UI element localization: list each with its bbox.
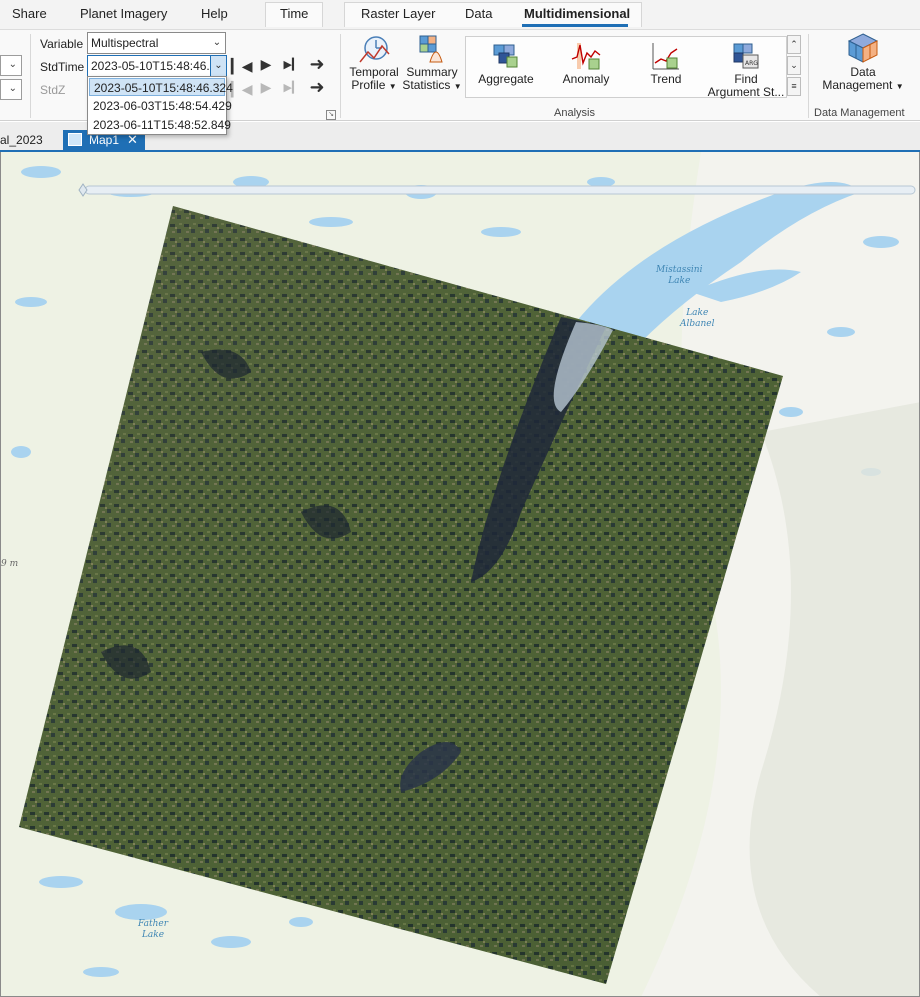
map-label-father: Father Lake [138, 919, 168, 941]
map-view[interactable]: Mistassini Lake Lake Albanel Father Lake… [0, 152, 920, 997]
aggregate-label: Aggregate [478, 72, 534, 86]
ribbon-tab-row: Share Planet Imagery Help Time Raster La… [0, 0, 920, 29]
find-argument-label-2: Argument St... [707, 85, 785, 99]
find-argument-statistics-button[interactable]: ARG Find Argument St... [706, 41, 786, 99]
tab-data[interactable]: Data [465, 6, 492, 21]
tab-share[interactable]: Share [12, 6, 47, 21]
tab-multidimensional[interactable]: Multidimensional [524, 6, 630, 21]
tab-help[interactable]: Help [201, 6, 228, 21]
data-management-cube-icon [847, 33, 879, 63]
data-management-label-2: Management [822, 78, 893, 92]
stdtime-dropdown-list: 2023-05-10T15:48:46.324 2023-06-03T15:48… [87, 76, 233, 135]
stdtime-combo[interactable]: 2023-05-10T15:48:46.32 ⌄ [87, 55, 227, 77]
stdtime-option[interactable]: 2023-06-11T15:48:52.849 [89, 116, 231, 134]
last-step-icon[interactable]: ▶▎ [283, 58, 301, 71]
z-last-step-icon: ▶▎ [283, 82, 301, 94]
map-label-mistassini-line2: Lake [668, 276, 691, 286]
trend-label: Trend [650, 72, 682, 86]
aggregate-icon [493, 44, 518, 68]
data-management-button[interactable]: Data Management ▼ [816, 32, 910, 93]
analysis-gallery: Aggregate Anomaly Trend ARG Find Argumen… [465, 36, 787, 99]
anomaly-icon [571, 43, 601, 70]
document-tab-previous[interactable]: al_2023 [0, 133, 43, 147]
map-label-father-line2: Lake [141, 930, 165, 940]
map-label-father-line1: Father [138, 919, 169, 929]
gallery-expand-icon[interactable]: ≡ [787, 77, 801, 96]
z-first-step-icon: ▎◀ [231, 81, 253, 97]
chevron-down-icon: ▼ [453, 82, 462, 91]
map-label-mistassini: Mistassini Lake [656, 265, 703, 287]
map-tab-label: Map1 [89, 133, 120, 147]
temporal-profile-button[interactable]: Temporal Profile ▼ [346, 32, 402, 93]
temporal-profile-label-2: Profile [351, 78, 386, 92]
summary-statistics-icon [419, 35, 443, 63]
stdz-label: StdZ [40, 83, 66, 97]
chevron-down-icon: ⌄ [8, 59, 17, 70]
variable-label: Variable [40, 37, 84, 51]
trend-button[interactable]: Trend [632, 41, 700, 86]
tab-raster-layer[interactable]: Raster Layer [361, 6, 435, 21]
find-argument-statistics-icon: ARG [733, 43, 759, 69]
map-label-albanel-line2: Albanel [680, 319, 715, 329]
first-step-icon[interactable]: ▎◀ [231, 58, 253, 75]
variable-combo[interactable]: Multispectral ⌄ [87, 32, 226, 54]
gallery-scroll-down-icon[interactable]: ⌄ [787, 56, 801, 75]
time-slider-track[interactable] [84, 185, 916, 195]
step-forward-arrow-icon[interactable]: ➜ [308, 54, 326, 75]
temporal-profile-icon [359, 36, 390, 63]
truncated-combo-1[interactable]: ⌄ [0, 55, 22, 76]
truncated-combo-2[interactable]: ⌄ [0, 79, 22, 100]
tab-time[interactable]: Time [280, 6, 308, 21]
trend-icon [652, 43, 679, 70]
stdtime-option[interactable]: 2023-05-10T15:48:46.324 [89, 78, 233, 96]
group-separator [30, 34, 31, 118]
z-step-forward-arrow-icon[interactable]: ➜ [308, 77, 326, 98]
chevron-down-icon: ▼ [388, 82, 397, 91]
map-icon [68, 133, 82, 146]
z-play-icon: ▶ [260, 79, 272, 95]
map-label-albanel-line1: Lake [686, 308, 709, 318]
summary-statistics-button[interactable]: Summary Statistics ▼ [402, 32, 462, 93]
chevron-down-icon: ▼ [895, 82, 904, 91]
dialog-launcher-icon[interactable]: ↘ [326, 110, 336, 120]
svg-text:ARG: ARG [745, 60, 758, 67]
map-label-mistassini-line1: Mistassini [656, 265, 703, 275]
group-separator [808, 34, 809, 118]
scale-fragment: 9 m [1, 559, 19, 569]
chevron-down-icon[interactable]: ⌄ [210, 56, 226, 76]
stdtime-value: 2023-05-10T15:48:46.32 [91, 59, 224, 73]
analysis-group-label: Analysis [554, 107, 595, 119]
chevron-down-icon: ⌄ [8, 83, 17, 94]
stdtime-option[interactable]: 2023-06-03T15:48:54.429 [89, 97, 232, 115]
chevron-down-icon: ⌄ [212, 37, 222, 48]
summary-statistics-label-2: Statistics [402, 78, 451, 92]
anomaly-label: Anomaly [562, 72, 610, 86]
data-management-group-label: Data Management [814, 107, 905, 119]
aggregate-button[interactable]: Aggregate [472, 41, 540, 86]
basemap [1, 152, 919, 996]
play-icon[interactable]: ▶ [257, 56, 275, 73]
stdtime-label: StdTime [40, 60, 85, 74]
gallery-scroll-up-icon[interactable]: ⌃ [787, 35, 801, 54]
variable-value: Multispectral [91, 36, 159, 50]
group-separator [340, 34, 341, 118]
map-label-albanel: Lake Albanel [680, 308, 715, 330]
tab-planet-imagery[interactable]: Planet Imagery [80, 6, 167, 21]
active-tab-underline [522, 24, 628, 27]
anomaly-button[interactable]: Anomaly [552, 41, 620, 86]
